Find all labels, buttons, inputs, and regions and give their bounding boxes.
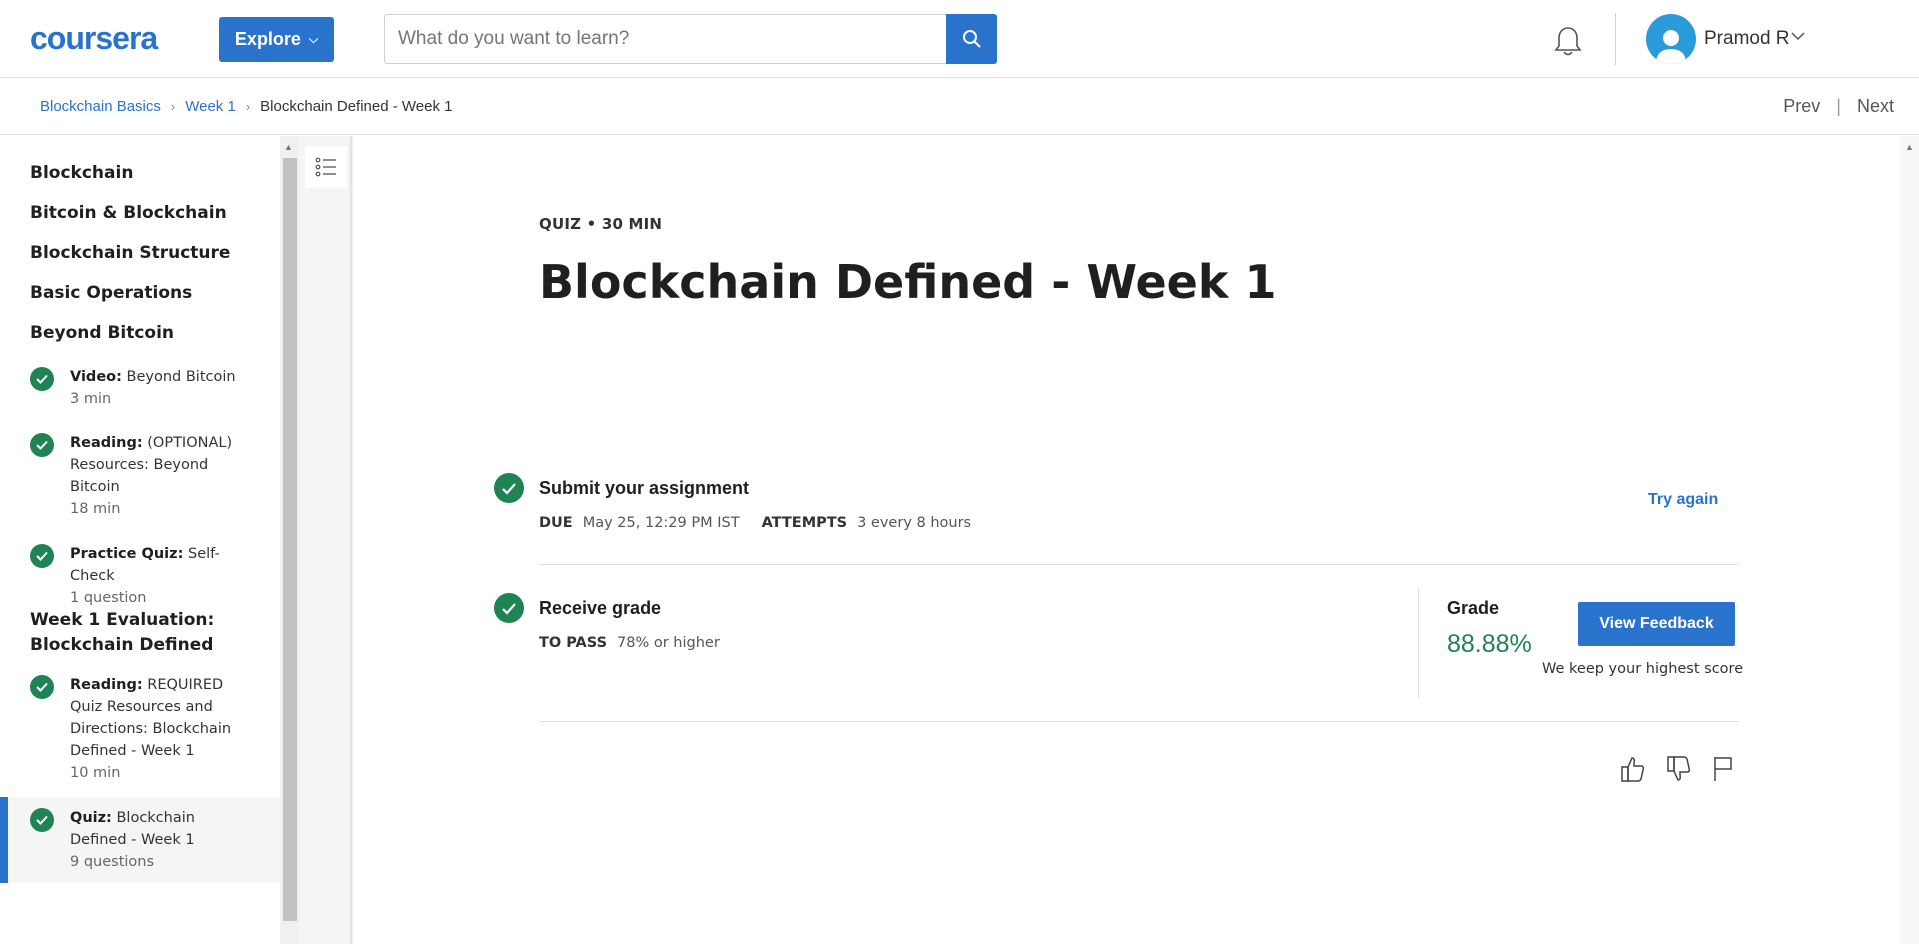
course-sidebar: Blockchain Bitcoin & Blockchain Blockcha… <box>0 136 280 944</box>
thumbs-down-icon[interactable] <box>1666 755 1692 783</box>
chevron-right-icon: › <box>170 99 176 114</box>
sidebar-item-required-reading[interactable]: Reading: REQUIRED Quiz Resources and Dir… <box>0 674 280 786</box>
notification-bell-icon[interactable] <box>1552 24 1584 58</box>
sidebar-item-text: Practice Quiz: Self-Check 1 question <box>70 546 220 606</box>
explore-button[interactable]: Explore ⌵ <box>219 17 334 62</box>
completed-check-icon <box>30 433 54 457</box>
completed-check-icon <box>30 367 54 391</box>
scroll-up-arrow-icon[interactable]: ▲ <box>284 142 293 152</box>
prev-next-nav: Prev | Next <box>1783 96 1894 117</box>
sidebar-item-text: Reading: (OPTIONAL) Resources: Beyond Bi… <box>70 435 233 517</box>
page-title: Blockchain Defined - Week 1 <box>539 255 1277 309</box>
completed-check-icon <box>30 808 54 832</box>
lesson-basic-operations[interactable]: Basic Operations <box>30 281 250 306</box>
grade-value: 88.88% <box>1447 630 1532 658</box>
content-divider <box>350 136 354 944</box>
attempts-value: 3 every 8 hours <box>857 515 972 531</box>
completed-check-icon <box>30 544 54 568</box>
explore-label: Explore <box>234 29 301 49</box>
breadcrumb-bar: Blockchain Basics › Week 1 › Blockchain … <box>0 79 1919 135</box>
lesson-blockchain-structure[interactable]: Blockchain Structure <box>30 241 250 266</box>
sidebar-item-text: Reading: REQUIRED Quiz Resources and Dir… <box>70 677 232 781</box>
sidebar-item-text: Quiz: Blockchain Defined - Week 19 quest… <box>70 810 195 870</box>
lesson-blockchain[interactable]: Blockchain <box>30 161 250 186</box>
vertical-divider <box>1418 588 1419 698</box>
chevron-right-icon: › <box>245 99 251 114</box>
attempts-key: ATTEMPTS <box>761 515 848 531</box>
next-link[interactable]: Next <box>1857 96 1894 117</box>
sidebar-scrollbar-thumb[interactable] <box>283 158 297 921</box>
due-value: May 25, 12:29 PM IST <box>582 515 740 531</box>
completed-check-icon <box>30 675 54 699</box>
receive-grade-title: Receive grade <box>539 598 662 618</box>
breadcrumb-course[interactable]: Blockchain Basics <box>40 98 161 115</box>
breadcrumb: Blockchain Basics › Week 1 › Blockchain … <box>40 98 453 115</box>
toc-column <box>299 136 351 944</box>
toggle-outline-button[interactable] <box>305 146 347 188</box>
lesson-week1-evaluation[interactable]: Week 1 Evaluation: Blockchain Defined <box>30 608 250 658</box>
grade-label: Grade <box>1447 598 1500 618</box>
top-header: coursera Explore ⌵ Pramod R <box>0 0 1919 78</box>
submit-assignment-title: Submit your assignment <box>539 478 750 498</box>
scroll-up-arrow-icon[interactable]: ▲ <box>1905 142 1914 152</box>
view-feedback-button[interactable]: View Feedback <box>1578 602 1735 646</box>
user-name[interactable]: Pramod R <box>1704 28 1790 50</box>
list-icon <box>315 157 336 177</box>
search-icon <box>962 30 981 48</box>
sidebar-item-reading[interactable]: Reading: (OPTIONAL) Resources: Beyond Bi… <box>0 432 280 522</box>
lesson-beyond-bitcoin[interactable]: Beyond Bitcoin <box>30 321 250 346</box>
search-button[interactable] <box>946 14 997 64</box>
user-icon <box>1656 30 1686 64</box>
flag-icon[interactable] <box>1712 755 1734 783</box>
completed-check-icon <box>494 593 524 623</box>
breadcrumb-current: Blockchain Defined - Week 1 <box>260 98 453 115</box>
to-pass-key: TO PASS <box>539 635 608 651</box>
submit-meta: DUE May 25, 12:29 PM IST ATTEMPTS 3 ever… <box>539 515 971 531</box>
sidebar-item-video[interactable]: Video: Beyond Bitcoin 3 min <box>0 366 280 416</box>
chevron-down-icon[interactable] <box>1791 30 1805 42</box>
header-divider <box>1615 13 1616 65</box>
sidebar-item-practice-quiz[interactable]: Practice Quiz: Self-Check 1 question <box>0 543 280 606</box>
prev-link[interactable]: Prev <box>1783 96 1820 117</box>
sidebar-item-text: Video: Beyond Bitcoin 3 min <box>70 369 236 407</box>
main-scrollbar[interactable] <box>1900 136 1919 944</box>
sidebar-item-quiz-active[interactable]: Quiz: Blockchain Defined - Week 19 quest… <box>0 797 280 883</box>
to-pass-value: 78% or higher <box>617 635 720 651</box>
highest-score-note: We keep your highest score <box>1542 661 1744 677</box>
pass-meta: TO PASS 78% or higher <box>539 635 720 651</box>
nav-divider: | <box>1836 96 1841 116</box>
completed-check-icon <box>494 473 524 503</box>
search-input[interactable] <box>384 14 947 64</box>
quiz-meta: QUIZ • 30 MIN <box>539 215 663 233</box>
breadcrumb-week[interactable]: Week 1 <box>185 98 236 115</box>
divider <box>539 721 1739 722</box>
due-key: DUE <box>539 515 573 531</box>
divider <box>539 564 1739 565</box>
coursera-logo[interactable]: coursera <box>30 20 158 57</box>
lesson-bitcoin-blockchain[interactable]: Bitcoin & Blockchain <box>30 201 250 226</box>
rating-actions <box>1620 755 1734 783</box>
avatar[interactable] <box>1646 14 1696 64</box>
chevron-down-icon: ⌵ <box>308 32 319 46</box>
try-again-button[interactable]: Try again <box>1648 491 1718 509</box>
thumbs-up-icon[interactable] <box>1620 755 1646 783</box>
